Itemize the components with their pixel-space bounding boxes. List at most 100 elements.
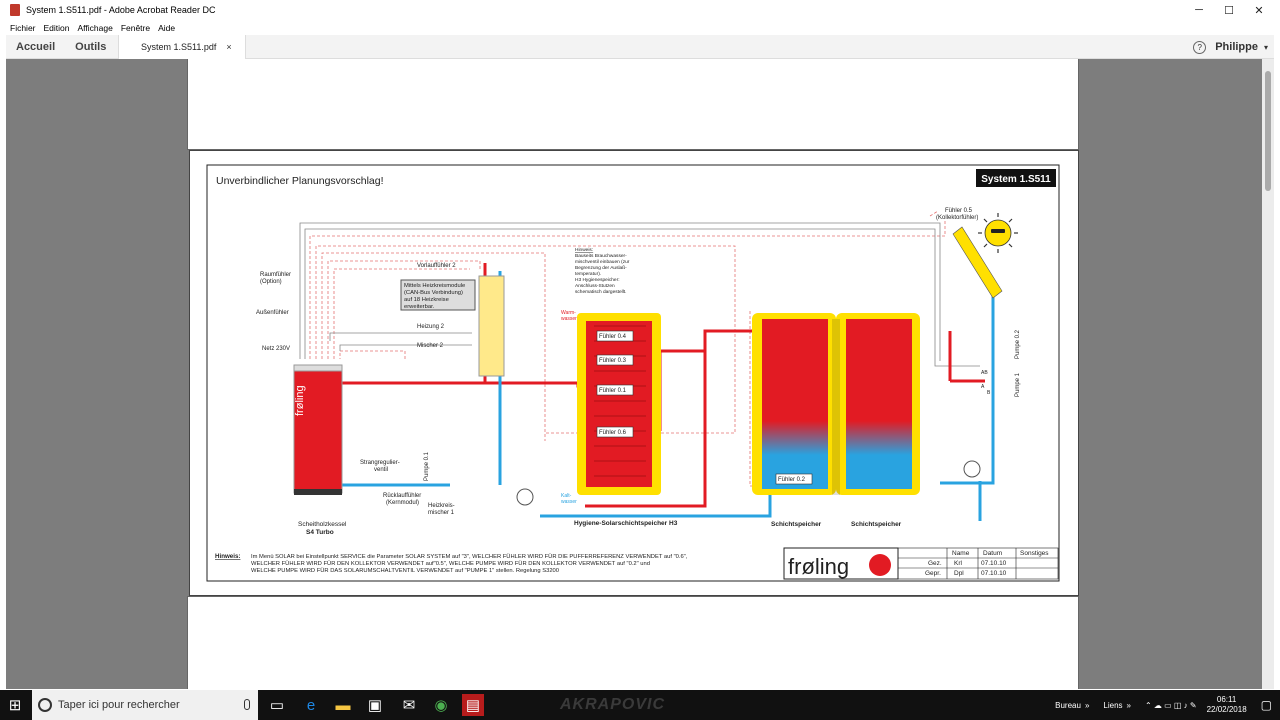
label-f02: Fühler 0.2 — [778, 477, 806, 483]
tab-accueil[interactable]: Accueil — [16, 41, 55, 53]
menu-aide[interactable]: Aide — [158, 23, 175, 33]
note-line-2: WELCHER FÜHLER WIRD FÜR DEN KOLLEKTOR VE… — [251, 560, 650, 567]
tab-outils[interactable]: Outils — [75, 41, 106, 53]
tank-connector — [832, 319, 840, 495]
solar-expansion-vessel-icon — [963, 460, 981, 478]
tank-note-5: temperatur). — [575, 271, 601, 277]
froling-logo: frøling — [788, 554, 849, 579]
user-menu[interactable]: Philippe — [1215, 41, 1258, 53]
label-kessel: Scheitholzkessel — [298, 521, 347, 528]
cortana-icon — [38, 698, 52, 712]
task-view-icon[interactable]: ▭ — [266, 694, 288, 716]
tank-note-1: Hinweis: — [575, 247, 593, 253]
tank-note-4: Begrenzung der Auslaß- — [575, 265, 627, 271]
expansion-vessel-icon — [516, 488, 534, 506]
drawing-heading: Unverbindlicher Planungsvorschlag! — [216, 175, 384, 187]
label-hygiene: Hygiene-Solarschichtspeicher H3 — [574, 520, 678, 527]
clock-time: 06:11 — [1216, 695, 1237, 704]
label-schicht1: Schichtspeicher — [771, 521, 822, 528]
pdf-page-next — [187, 596, 1079, 689]
windows-start-icon[interactable]: ⊞ — [4, 694, 26, 716]
tank-note-2: Bauseits Brauchwasser- — [575, 253, 627, 259]
minimize-button[interactable]: ─ — [1184, 0, 1214, 20]
heating-circuit-module — [478, 275, 505, 377]
close-button[interactable]: ✕ — [1244, 0, 1274, 20]
label-f03: Fühler 0.3 — [599, 358, 627, 364]
label-ab: AB — [981, 370, 988, 376]
label-pumpe01: Pumpe 0.1 — [424, 451, 430, 481]
clock[interactable]: 06:11 22/02/2018 — [1207, 695, 1247, 715]
label-f01: Fühler 0.1 — [599, 388, 627, 394]
menu-edition[interactable]: Edition — [44, 23, 70, 33]
pdf-page-current: Unverbindlicher Planungsvorschlag! Syste… — [189, 150, 1079, 596]
chevron-right-icon[interactable]: » — [1085, 701, 1089, 710]
froling-logo-dot — [869, 554, 891, 576]
note-label: Hinweis: — [215, 553, 240, 560]
document-tab[interactable]: System 1.S511.pdf × — [118, 35, 246, 59]
help-icon[interactable]: ? — [1193, 40, 1207, 54]
label-f05: Fühler 0.5 — [945, 208, 973, 214]
tank-note-8: schematisch dargestellt. — [575, 289, 626, 295]
label-netz: Netz 230V — [262, 346, 290, 352]
chrome-icon[interactable]: ◉ — [430, 694, 452, 716]
table-header-sonstiges: Sonstiges — [1020, 550, 1049, 557]
buffer-tank-1 — [752, 313, 836, 495]
label-mischer2: Mischer 2 — [417, 343, 444, 349]
label-hkm2: mischer 1 — [428, 510, 455, 516]
label-schicht2: Schichtspeicher — [851, 521, 902, 528]
document-viewer[interactable]: Unverbindlicher Planungsvorschlag! Syste… — [6, 59, 1274, 689]
menu-fenetre[interactable]: Fenêtre — [121, 23, 150, 33]
tank-note-3: mischventil einbauen (zur — [575, 259, 630, 265]
bureau-toolbar[interactable]: Bureau — [1055, 701, 1081, 710]
tray-icons[interactable]: ⌃ ☁ ▭ ◫ ♪ ✎ — [1145, 701, 1197, 710]
boiler-brand: frøling — [294, 385, 306, 416]
table-row-date: 07.10.10 — [981, 570, 1007, 577]
menu-bar: Fichier Edition Affichage Fenêtre Aide — [0, 20, 1280, 35]
table-row-label: Gepr. — [925, 570, 941, 577]
table-row-name: Krl — [954, 560, 963, 567]
acrobat-icon — [10, 4, 20, 16]
menu-fichier[interactable]: Fichier — [10, 23, 36, 33]
label-raumfuehler: Raumfühler — [260, 272, 291, 278]
search-placeholder: Taper ici pour rechercher — [58, 699, 180, 711]
table-header-datum: Datum — [983, 550, 1002, 557]
liens-toolbar[interactable]: Liens — [1103, 701, 1122, 710]
label-strang2: ventil — [374, 467, 388, 473]
label-a: A — [981, 384, 985, 390]
acrobat-taskbar-icon[interactable]: ▤ — [462, 694, 484, 716]
chevron-right-icon[interactable]: » — [1127, 701, 1131, 710]
file-explorer-icon[interactable]: ▬ — [332, 694, 354, 716]
notification-icon[interactable]: ▢ — [1261, 698, 1272, 712]
taskbar-search[interactable]: Taper ici pour rechercher — [32, 690, 258, 720]
chevron-down-icon[interactable]: ▾ — [1264, 43, 1268, 52]
pdf-page-previous — [187, 59, 1079, 150]
label-aussenfuehler: Außenfühler — [256, 310, 289, 316]
label-b: B — [987, 390, 991, 396]
taskbar: ⊞ Taper ici pour rechercher ▭ e ▬ ▣ ✉ ◉ … — [0, 690, 1280, 720]
system-tray: Bureau » Liens » ⌃ ☁ ▭ ◫ ♪ ✎ 06:11 22/02… — [1055, 690, 1280, 720]
menu-affichage[interactable]: Affichage — [78, 23, 113, 33]
table-header-name: Name — [952, 550, 970, 557]
tank-note-6: H3 Hygienespeicher: — [575, 277, 620, 283]
system-badge: System 1.S511 — [981, 174, 1051, 185]
label-heizung2: Heizung 2 — [417, 324, 445, 330]
microphone-icon[interactable] — [244, 699, 250, 710]
store-icon[interactable]: ▣ — [364, 694, 386, 716]
label-f05-kollektor: (Kollektorfühler) — [936, 215, 978, 221]
scrollbar-thumb[interactable] — [1265, 71, 1271, 191]
module-note-4: erweiterbar. — [404, 304, 435, 310]
module-note-1: Mittels Heizkreismodule — [404, 283, 465, 289]
clock-date: 22/02/2018 — [1206, 705, 1247, 714]
maximize-button[interactable]: ☐ — [1214, 0, 1244, 20]
label-f04: Fühler 0.4 — [599, 334, 627, 340]
close-tab-icon[interactable]: × — [226, 42, 231, 52]
module-note-2: (CAN-Bus Verbindung) — [404, 290, 463, 296]
vertical-scrollbar[interactable] — [1262, 59, 1274, 689]
mail-icon[interactable]: ✉ — [398, 694, 420, 716]
label-warm2: wasser — [561, 316, 577, 322]
note-line-3: WELCHE PUMPE WIRD FÜR DAS SOLARUMSCHALTV… — [251, 567, 559, 574]
label-rueck2: (Kernmodul) — [386, 500, 419, 506]
document-tab-label: System 1.S511.pdf — [141, 42, 217, 52]
table-row-date: 07.10.10 — [981, 560, 1007, 567]
edge-icon[interactable]: e — [300, 694, 322, 716]
